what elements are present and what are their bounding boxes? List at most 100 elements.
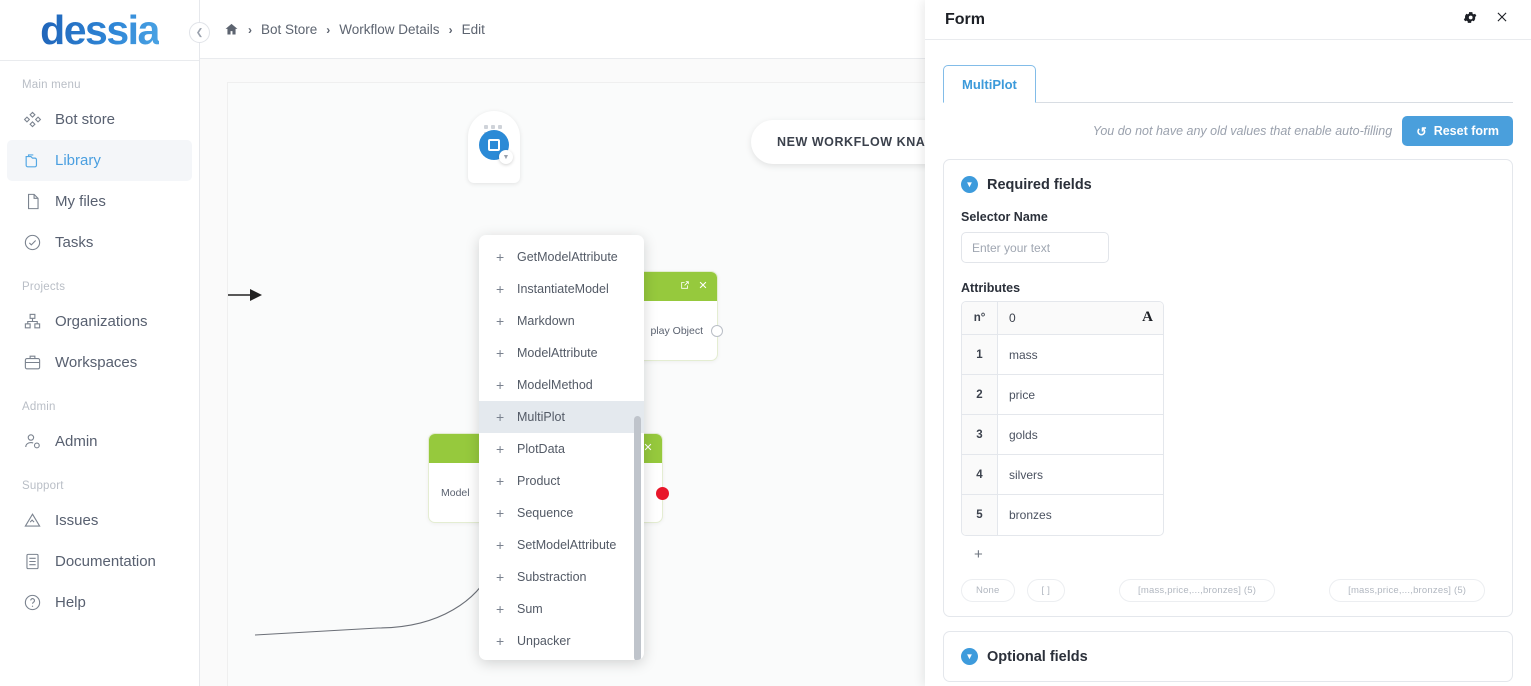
required-fields-title: Required fields bbox=[987, 176, 1092, 193]
sidebar-item-admin[interactable]: Admin bbox=[7, 421, 192, 462]
bot-store-icon bbox=[23, 110, 42, 129]
row-value[interactable]: mass bbox=[998, 335, 1163, 375]
selector-name-label: Selector Name bbox=[961, 210, 1048, 224]
plus-icon: + bbox=[496, 633, 505, 649]
sidebar-item-help[interactable]: Help bbox=[7, 582, 192, 623]
plus-icon: + bbox=[496, 409, 505, 425]
dropdown-item-label: Sum bbox=[517, 602, 543, 616]
chip-attributes-list-2[interactable]: [mass,price,...,bronzes] (5) bbox=[1329, 579, 1486, 602]
add-attribute-row-button[interactable]: + bbox=[974, 546, 1495, 563]
node-output-port[interactable] bbox=[711, 325, 723, 337]
autofill-message: You do not have any old values that enab… bbox=[1092, 124, 1393, 138]
plus-icon: + bbox=[496, 505, 505, 521]
sidebar-item-library[interactable]: Library bbox=[7, 140, 192, 181]
optional-fields-header[interactable]: ▼ Optional fields bbox=[961, 648, 1495, 665]
table-row[interactable]: 4 silvers bbox=[962, 455, 1163, 495]
close-icon[interactable] bbox=[698, 280, 708, 293]
plus-icon: + bbox=[496, 249, 505, 265]
chip-attributes-list-1[interactable]: [mass,price,...,bronzes] (5) bbox=[1119, 579, 1276, 602]
dropdown-item-product[interactable]: + Product bbox=[479, 465, 644, 497]
block-type-dropdown[interactable]: + GetModelAttribute + InstantiateModel +… bbox=[479, 235, 644, 660]
selector-name-input[interactable] bbox=[961, 232, 1109, 263]
row-value[interactable]: golds bbox=[998, 415, 1163, 455]
brand-logo[interactable]: dessia bbox=[0, 0, 199, 60]
breadcrumb-item-workflow-details[interactable]: Workflow Details bbox=[339, 22, 439, 37]
required-fields-card: ▼ Required fields Selector Name Attribut… bbox=[943, 159, 1513, 617]
dropdown-item-modelattribute[interactable]: + ModelAttribute bbox=[479, 337, 644, 369]
edit-icon[interactable] bbox=[680, 280, 690, 293]
sidebar-item-my-files[interactable]: My files bbox=[7, 181, 192, 222]
chevron-down-circle-icon: ▼ bbox=[961, 176, 978, 193]
sidebar-item-documentation[interactable]: Documentation bbox=[7, 541, 192, 582]
sidebar-item-organizations[interactable]: Organizations bbox=[7, 301, 192, 342]
dropdown-item-sum[interactable]: + Sum bbox=[479, 593, 644, 625]
dropdown-item-modelmethod[interactable]: + ModelMethod bbox=[479, 369, 644, 401]
dropdown-item-plotdata[interactable]: + PlotData bbox=[479, 433, 644, 465]
close-icon[interactable] bbox=[1495, 10, 1509, 29]
chip-none[interactable]: None bbox=[961, 579, 1015, 602]
brand-logo-text: dessia bbox=[40, 6, 160, 53]
row-value[interactable]: price bbox=[998, 375, 1163, 415]
dropdown-item-multiplot[interactable]: + MultiPlot bbox=[479, 401, 644, 433]
dropdown-item-label: ModelAttribute bbox=[517, 346, 598, 360]
tab-multiplot[interactable]: MultiPlot bbox=[943, 65, 1036, 103]
dropdown-item-label: Markdown bbox=[517, 314, 575, 328]
dropdown-item-label: ModelMethod bbox=[517, 378, 593, 392]
app-root: dessia Main menu Bot store Library My fi… bbox=[0, 0, 1531, 686]
dropdown-item-label: Product bbox=[517, 474, 561, 488]
dropdown-item-substraction[interactable]: + Substraction bbox=[479, 561, 644, 593]
sort-alpha-icon[interactable]: A bbox=[1142, 309, 1153, 326]
reset-form-button[interactable]: ↺ Reset form bbox=[1402, 116, 1513, 146]
row-index: 1 bbox=[962, 335, 998, 375]
dropdown-item-getmodelattribute[interactable]: + GetModelAttribute bbox=[479, 241, 644, 273]
sidebar-group-label-admin: Admin bbox=[22, 401, 56, 413]
plus-icon: + bbox=[496, 281, 505, 297]
sidebar-item-workspaces[interactable]: Workspaces bbox=[7, 342, 192, 383]
dropdown-item-label: Unpacker bbox=[517, 634, 571, 648]
gear-icon[interactable] bbox=[1463, 10, 1478, 30]
plus-icon: + bbox=[496, 377, 505, 393]
sidebar-item-tasks[interactable]: Tasks bbox=[7, 222, 192, 263]
table-row[interactable]: 1 mass bbox=[962, 335, 1163, 375]
admin-user-icon bbox=[23, 432, 42, 451]
dropdown-scrollbar[interactable] bbox=[634, 241, 641, 660]
sidebar-collapse-button[interactable]: ❮ bbox=[189, 22, 210, 43]
dropdown-item-sequence[interactable]: + Sequence bbox=[479, 497, 644, 529]
form-tabs: MultiPlot bbox=[943, 57, 1513, 103]
form-panel-title: Form bbox=[945, 10, 985, 28]
sidebar-item-label: Library bbox=[55, 152, 101, 169]
row-value[interactable]: silvers bbox=[998, 455, 1163, 495]
sidebar-item-bot-store[interactable]: Bot store bbox=[7, 99, 192, 140]
close-icon[interactable] bbox=[643, 442, 653, 455]
dropdown-item-unpacker[interactable]: + Unpacker bbox=[479, 625, 644, 657]
home-icon[interactable] bbox=[224, 22, 239, 37]
sidebar-item-label: Issues bbox=[55, 512, 99, 529]
dropdown-item-label: Substraction bbox=[517, 570, 587, 584]
breadcrumb-item-edit[interactable]: Edit bbox=[462, 22, 485, 37]
plus-icon: + bbox=[496, 601, 505, 617]
dropdown-item-setmodelattribute[interactable]: + SetModelAttribute bbox=[479, 529, 644, 561]
sidebar-item-issues[interactable]: Issues bbox=[7, 500, 192, 541]
row-value[interactable]: bronzes bbox=[998, 495, 1163, 535]
table-row[interactable]: 2 price bbox=[962, 375, 1163, 415]
plus-icon: + bbox=[496, 569, 505, 585]
chevron-down-icon[interactable]: ▼ bbox=[499, 150, 513, 164]
dropdown-item-label: PlotData bbox=[517, 442, 565, 456]
form-panel-header: Form bbox=[925, 0, 1531, 40]
col-header-value[interactable]: 0 A bbox=[998, 302, 1163, 335]
tab-label: MultiPlot bbox=[962, 76, 1017, 92]
sidebar-group-label-main-menu: Main menu bbox=[22, 79, 81, 91]
dropdown-scrollbar-thumb[interactable] bbox=[634, 416, 641, 660]
dropdown-item-label: InstantiateModel bbox=[517, 282, 609, 296]
node-output-port-active[interactable] bbox=[656, 487, 669, 500]
dropdown-item-instantiatemodel[interactable]: + InstantiateModel bbox=[479, 273, 644, 305]
sidebar-item-label: Help bbox=[55, 594, 86, 611]
documentation-icon bbox=[23, 552, 42, 571]
chip-empty-list[interactable]: [ ] bbox=[1026, 579, 1066, 602]
required-fields-header[interactable]: ▼ Required fields bbox=[961, 176, 1495, 193]
table-row[interactable]: 3 golds bbox=[962, 415, 1163, 455]
breadcrumb-item-bot-store[interactable]: Bot Store bbox=[261, 22, 317, 37]
dropdown-item-markdown[interactable]: + Markdown bbox=[479, 305, 644, 337]
table-row[interactable]: 5 bronzes bbox=[962, 495, 1163, 535]
table-header-row: n° 0 A bbox=[962, 302, 1163, 335]
